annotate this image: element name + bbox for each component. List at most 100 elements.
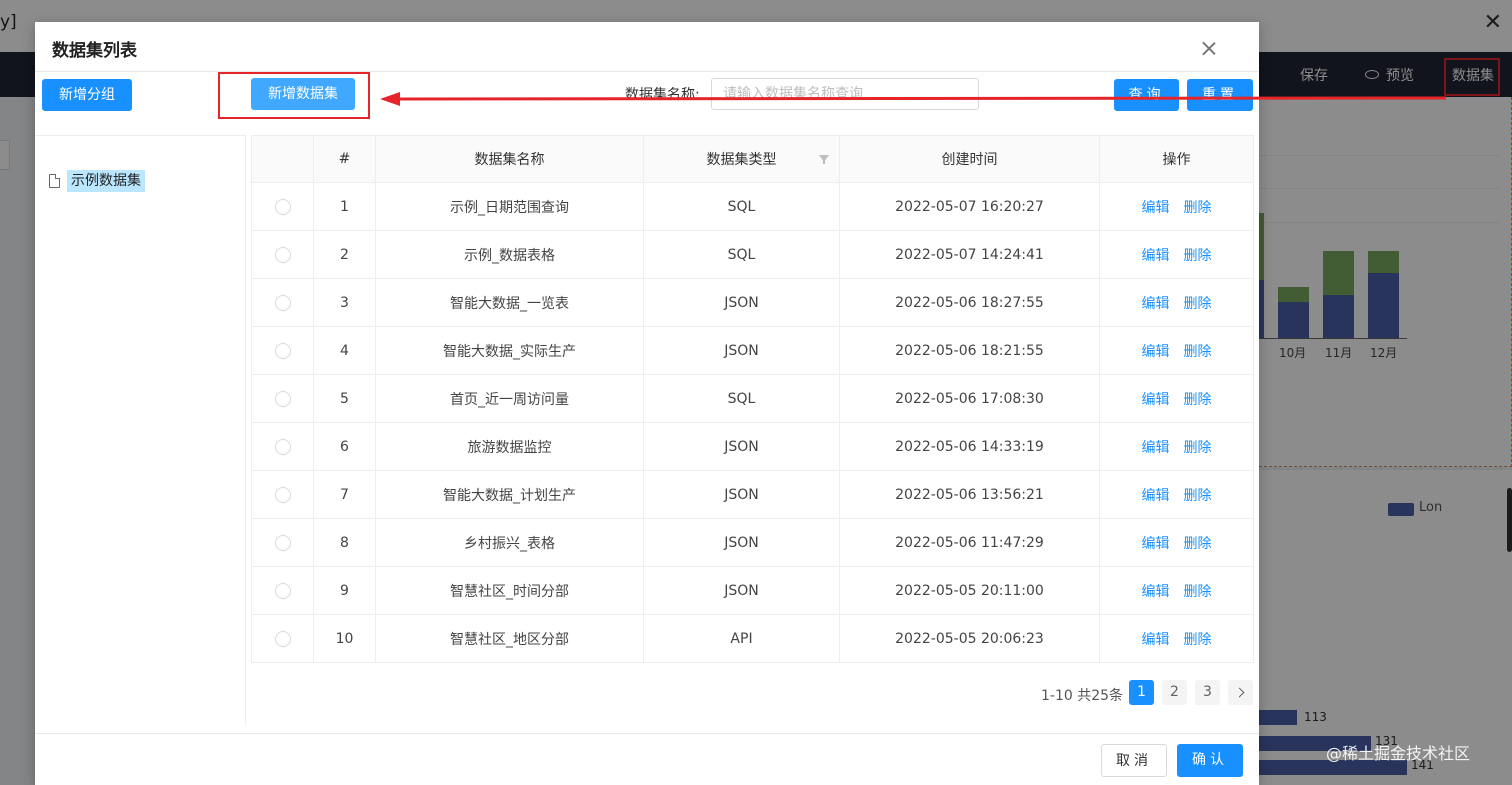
row-radio[interactable] bbox=[274, 486, 291, 503]
delete-link[interactable]: 删除 bbox=[1184, 344, 1212, 360]
watermark: @稀土掘金技术社区 bbox=[1326, 744, 1471, 763]
edit-link[interactable]: 编辑 bbox=[1142, 344, 1170, 360]
column-header-created: 创建时间 bbox=[839, 135, 1100, 183]
delete-link[interactable]: 删除 bbox=[1184, 248, 1212, 264]
edit-link[interactable]: 编辑 bbox=[1142, 632, 1170, 648]
add-group-button[interactable]: 新增分组 bbox=[42, 79, 132, 111]
add-dataset-button[interactable]: 新增数据集 bbox=[251, 78, 355, 110]
table-row[interactable]: 8 乡村振兴_表格 JSON 2022-05-06 11:47:29 编辑 删除 bbox=[251, 518, 1254, 567]
row-created-time: 2022-05-06 18:27:55 bbox=[839, 278, 1100, 327]
table-row[interactable]: 2 示例_数据表格 SQL 2022-05-07 14:24:41 编辑 删除 bbox=[251, 230, 1254, 279]
pagination-total: 1-10 共25条 bbox=[1041, 688, 1124, 704]
row-dataset-name: 旅游数据监控 bbox=[375, 422, 644, 471]
edit-link[interactable]: 编辑 bbox=[1142, 392, 1170, 408]
reset-button[interactable]: 重置 bbox=[1187, 79, 1253, 111]
row-dataset-name: 智慧社区_时间分部 bbox=[375, 566, 644, 615]
row-dataset-type: JSON bbox=[643, 278, 840, 327]
delete-link[interactable]: 删除 bbox=[1184, 296, 1212, 312]
dialog-footer-divider bbox=[35, 733, 1259, 734]
row-index: 10 bbox=[313, 614, 376, 663]
query-button[interactable]: 查询 bbox=[1114, 79, 1179, 111]
edit-link[interactable]: 编辑 bbox=[1142, 248, 1170, 264]
row-dataset-type: JSON bbox=[643, 326, 840, 375]
confirm-button[interactable]: 确认 bbox=[1177, 744, 1243, 777]
row-radio[interactable] bbox=[274, 534, 291, 551]
table-row[interactable]: 3 智能大数据_一览表 JSON 2022-05-06 18:27:55 编辑 删除 bbox=[251, 278, 1254, 327]
delete-link[interactable]: 删除 bbox=[1184, 488, 1212, 504]
row-dataset-type: SQL bbox=[643, 230, 840, 279]
edit-link[interactable]: 编辑 bbox=[1142, 488, 1170, 504]
row-dataset-name: 示例_日期范围查询 bbox=[375, 182, 644, 231]
row-radio[interactable] bbox=[274, 342, 291, 359]
row-radio[interactable] bbox=[274, 198, 291, 215]
edit-link[interactable]: 编辑 bbox=[1142, 296, 1170, 312]
dataset-name-search-input[interactable] bbox=[711, 78, 979, 110]
table-header-row: # 数据集名称 数据集类型 创建时间 操作 bbox=[251, 135, 1254, 183]
row-dataset-type: JSON bbox=[643, 422, 840, 471]
search-label: 数据集名称: bbox=[625, 87, 700, 103]
row-select-cell bbox=[251, 326, 314, 375]
row-index: 9 bbox=[313, 566, 376, 615]
delete-link[interactable]: 删除 bbox=[1184, 440, 1212, 456]
cancel-button[interactable]: 取消 bbox=[1101, 744, 1167, 777]
row-dataset-name: 智慧社区_地区分部 bbox=[375, 614, 644, 663]
row-radio[interactable] bbox=[274, 246, 291, 263]
dialog-title: 数据集列表 bbox=[52, 41, 137, 61]
row-actions: 编辑 删除 bbox=[1099, 374, 1254, 423]
row-index: 5 bbox=[313, 374, 376, 423]
close-icon[interactable] bbox=[1198, 38, 1220, 60]
row-actions: 编辑 删除 bbox=[1099, 518, 1254, 567]
row-radio[interactable] bbox=[274, 582, 291, 599]
row-created-time: 2022-05-07 16:20:27 bbox=[839, 182, 1100, 231]
row-radio[interactable] bbox=[274, 438, 291, 455]
row-created-time: 2022-05-06 18:21:55 bbox=[839, 326, 1100, 375]
delete-link[interactable]: 删除 bbox=[1184, 200, 1212, 216]
row-actions: 编辑 删除 bbox=[1099, 614, 1254, 663]
edit-link[interactable]: 编辑 bbox=[1142, 200, 1170, 216]
chevron-right-icon bbox=[1234, 687, 1244, 698]
table-row[interactable]: 9 智慧社区_时间分部 JSON 2022-05-05 20:11:00 编辑 删除 bbox=[251, 566, 1254, 615]
row-actions: 编辑 删除 bbox=[1099, 278, 1254, 327]
table-row[interactable]: 7 智能大数据_计划生产 JSON 2022-05-06 13:56:21 编辑 删除 bbox=[251, 470, 1254, 519]
table-row[interactable]: 10 智慧社区_地区分部 API 2022-05-05 20:06:23 编辑 删除 bbox=[251, 614, 1254, 663]
tree-node-label[interactable]: 示例数据集 bbox=[67, 170, 145, 192]
file-icon bbox=[49, 174, 60, 188]
row-index: 1 bbox=[313, 182, 376, 231]
pagination-page-2[interactable]: 2 bbox=[1162, 680, 1187, 705]
row-actions: 编辑 删除 bbox=[1099, 182, 1254, 231]
edit-link[interactable]: 编辑 bbox=[1142, 440, 1170, 456]
row-created-time: 2022-05-07 14:24:41 bbox=[839, 230, 1100, 279]
delete-link[interactable]: 删除 bbox=[1184, 536, 1212, 552]
row-select-cell bbox=[251, 422, 314, 471]
row-dataset-name: 乡村振兴_表格 bbox=[375, 518, 644, 567]
row-created-time: 2022-05-06 17:08:30 bbox=[839, 374, 1100, 423]
row-index: 3 bbox=[313, 278, 376, 327]
row-dataset-type: JSON bbox=[643, 566, 840, 615]
pagination-page-3[interactable]: 3 bbox=[1195, 680, 1220, 705]
table-row[interactable]: 5 首页_近一周访问量 SQL 2022-05-06 17:08:30 编辑 删除 bbox=[251, 374, 1254, 423]
table-row[interactable]: 4 智能大数据_实际生产 JSON 2022-05-06 18:21:55 编辑 删除 bbox=[251, 326, 1254, 375]
pagination-page-1[interactable]: 1 bbox=[1129, 680, 1154, 705]
row-radio[interactable] bbox=[274, 630, 291, 647]
row-actions: 编辑 删除 bbox=[1099, 566, 1254, 615]
table-row[interactable]: 6 旅游数据监控 JSON 2022-05-06 14:33:19 编辑 删除 bbox=[251, 422, 1254, 471]
column-header-type: 数据集类型 bbox=[643, 135, 840, 183]
row-dataset-name: 智能大数据_计划生产 bbox=[375, 470, 644, 519]
row-created-time: 2022-05-05 20:06:23 bbox=[839, 614, 1100, 663]
edit-link[interactable]: 编辑 bbox=[1142, 584, 1170, 600]
edit-link[interactable]: 编辑 bbox=[1142, 536, 1170, 552]
delete-link[interactable]: 删除 bbox=[1184, 392, 1212, 408]
column-header-name: 数据集名称 bbox=[375, 135, 644, 183]
delete-link[interactable]: 删除 bbox=[1184, 584, 1212, 600]
row-index: 2 bbox=[313, 230, 376, 279]
row-select-cell bbox=[251, 518, 314, 567]
table-row[interactable]: 1 示例_日期范围查询 SQL 2022-05-07 16:20:27 编辑 删除 bbox=[251, 182, 1254, 231]
row-actions: 编辑 删除 bbox=[1099, 230, 1254, 279]
row-radio[interactable] bbox=[274, 390, 291, 407]
row-created-time: 2022-05-06 13:56:21 bbox=[839, 470, 1100, 519]
row-radio[interactable] bbox=[274, 294, 291, 311]
pagination-next-button[interactable] bbox=[1228, 680, 1253, 705]
filter-icon[interactable] bbox=[819, 155, 829, 164]
delete-link[interactable]: 删除 bbox=[1184, 632, 1212, 648]
row-dataset-name: 首页_近一周访问量 bbox=[375, 374, 644, 423]
